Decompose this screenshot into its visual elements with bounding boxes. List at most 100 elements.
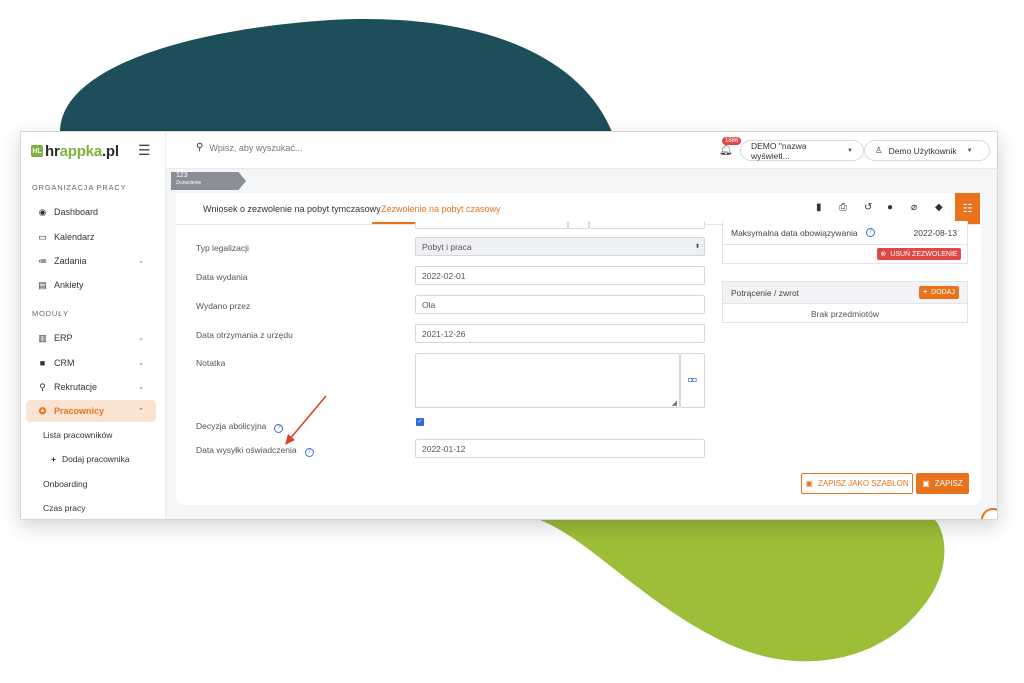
chevron-down-icon: ⌄ <box>138 384 144 391</box>
field-partial-right <box>589 221 705 229</box>
sidebar-subitem-employee-list[interactable]: Lista pracowników <box>43 430 112 440</box>
sidebar-item-tasks[interactable]: ≔ Zadania ⌄ <box>26 250 156 272</box>
notification-badge: 1886 <box>722 137 742 145</box>
history-icon[interactable]: ↺ <box>864 202 872 213</box>
note-format-button[interactable]: ◘◘ <box>680 353 705 408</box>
deductions-panel: Potrącenie / zwrot + DODAJ Brak przedmiot… <box>722 281 968 323</box>
building-icon: ▥ <box>38 332 47 343</box>
sidebar-item-label: CRM <box>54 358 75 368</box>
sidebar-item-label: Ankiety <box>54 280 84 290</box>
breadcrumb[interactable]: 123 Zezwolenie <box>171 172 246 190</box>
sidebar-item-label: Zadania <box>54 256 87 266</box>
tag-icon[interactable]: ◆ <box>935 202 943 213</box>
document-icon[interactable]: ▮ <box>816 202 822 213</box>
hamburger-menu-icon[interactable]: ☰ <box>138 142 151 159</box>
statement-send-date-input[interactable]: 2022-01-12 <box>415 439 705 458</box>
sidebar-subitem-add-employee[interactable]: + Dodaj pracownika <box>51 454 130 464</box>
sidebar-item-crm[interactable]: ■ CRM ⌄ <box>26 352 156 374</box>
help-icon[interactable]: ? <box>304 448 314 457</box>
label-note: Notatka <box>196 358 226 368</box>
checklist-icon[interactable]: ☷ <box>955 193 980 224</box>
search-icon: ⚲ <box>39 381 46 392</box>
resize-handle-icon[interactable]: ◢ <box>672 399 677 407</box>
sidebar-item-label: Rekrutacje <box>54 382 98 392</box>
validity-panel: Maksymalna data obowiązywania ? 2022-08-… <box>722 221 968 264</box>
max-validity-row: Maksymalna data obowiązywania ? 2022-08-… <box>723 221 967 245</box>
users-icon: ✪ <box>38 405 47 416</box>
survey-icon: ▤ <box>38 279 47 290</box>
sidebar-item-employees[interactable]: ✪ Pracownicy ⌃ <box>26 400 156 422</box>
save-as-template-button[interactable]: ▣ ZAPISZ JAKO SZABLON <box>801 473 913 494</box>
chevron-down-icon: ▼ <box>847 147 853 154</box>
user-icon: ♙ <box>875 145 883 155</box>
received-date-input[interactable]: 2021-12-26 <box>415 324 705 343</box>
field-partial-left <box>415 221 568 229</box>
sidebar-item-recruitment[interactable]: ⚲ Rekrutacje ⌄ <box>26 376 156 398</box>
search-bar: ⚲ <box>196 142 410 153</box>
logo-mark: HL <box>31 145 43 157</box>
company-selector[interactable]: DEMO "nazwa wyświetl... ▼ <box>740 140 864 161</box>
help-icon[interactable]: ? <box>274 424 284 433</box>
palette-icon: ◉ <box>38 206 47 217</box>
logo-text: hrappka.pl <box>45 142 119 160</box>
permit-form-card: Typ legalizacji Pobyt i praca ⬍ Data wyd… <box>176 221 981 505</box>
field-partial-mid <box>568 221 589 229</box>
print-icon[interactable]: ⎙ <box>839 202 847 213</box>
section-title-modules: MODUŁY <box>32 309 69 318</box>
note-textarea[interactable]: ◢ <box>415 353 680 408</box>
stage: HL hrappka.pl ☰ ORGANIZACJA PRACY ◉ Dash… <box>0 0 1024 683</box>
deductions-empty-text: Brak przedmiotów <box>810 308 880 319</box>
chevron-down-icon: ⌄ <box>138 360 144 367</box>
briefcase-icon: ■ <box>39 358 46 368</box>
sidebar-item-label: Pracownicy <box>54 406 105 416</box>
floppy-icon: ▣ <box>922 479 930 488</box>
help-icon[interactable]: ? <box>865 228 875 237</box>
sidebar-subitem-onboarding[interactable]: Onboarding <box>43 479 87 489</box>
label-legalization-type: Typ legalizacji <box>196 243 249 253</box>
sidebar: HL hrappka.pl ☰ ORGANIZACJA PRACY ◉ Dash… <box>21 132 166 519</box>
select-arrows-icon: ⬍ <box>694 244 700 250</box>
issued-by-input[interactable]: Ola <box>415 295 705 314</box>
app-window: HL hrappka.pl ☰ ORGANIZACJA PRACY ◉ Dash… <box>20 131 998 520</box>
sidebar-subitem-work-time[interactable]: Czas pracy <box>43 503 86 513</box>
chevron-down-icon: ⌄ <box>138 335 144 342</box>
section-title-organization: ORGANIZACJA PRACY <box>32 183 127 192</box>
tab-temporary-residence-permit[interactable]: Zezwolenie na pobyt czasowy <box>381 204 501 214</box>
abolition-decision-checkbox[interactable]: ✓ <box>416 418 424 426</box>
label-issue-date: Data wydania <box>196 272 248 282</box>
plus-icon: + <box>923 289 928 296</box>
search-input[interactable] <box>209 142 410 153</box>
sidebar-item-label: Dashboard <box>54 207 99 217</box>
chevron-down-icon: ▼ <box>966 147 973 154</box>
calendar-icon: ▭ <box>38 231 47 242</box>
save-button[interactable]: ▣ ZAPISZ <box>916 473 969 494</box>
topbar: ⚲ 🔔︎ 1886 DEMO "nazwa wyświetl... ▼ ♙ De… <box>166 132 997 169</box>
label-statement-send-date: Data wysyłki oświadczenia? <box>196 445 314 457</box>
sidebar-item-surveys[interactable]: ▤ Ankiety <box>26 274 156 296</box>
add-deduction-button[interactable]: + DODAJ <box>919 286 959 299</box>
plus-icon: + <box>51 454 56 464</box>
chat-widget-button[interactable] <box>981 508 997 519</box>
user-menu[interactable]: ♙ Demo Użytkownik ▼ <box>864 140 990 161</box>
sidebar-item-label: Kalendarz <box>54 232 95 242</box>
attachment-icon[interactable]: ⌀ <box>911 202 917 213</box>
logo[interactable]: HL hrappka.pl <box>31 141 119 161</box>
legalization-type-select[interactable]: Pobyt i praca ⬍ <box>415 237 705 256</box>
sidebar-item-label: ERP <box>54 333 73 343</box>
issue-date-input[interactable]: 2022-02-01 <box>415 266 705 285</box>
format-icon: ◘◘ <box>688 377 697 384</box>
search-icon: ⚲ <box>196 142 204 153</box>
delete-permit-button[interactable]: ⊗ USUŃ ZEZWOLENIE <box>877 248 961 260</box>
comments-icon[interactable]: ● <box>887 202 893 213</box>
tab-temporary-residence-application[interactable]: Wniosek o zezwolenie na pobyt tymczasowy <box>203 204 381 214</box>
max-validity-value: 2022-08-13 <box>913 227 957 238</box>
label-received-date: Data otrzymania z urzędu <box>196 330 293 340</box>
list-icon: ≔ <box>38 255 47 266</box>
sidebar-item-dashboard[interactable]: ◉ Dashboard <box>26 201 156 223</box>
chevron-down-icon: ⌄ <box>138 258 144 265</box>
sidebar-item-calendar[interactable]: ▭ Kalendarz <box>26 226 156 248</box>
label-abolition-decision: Decyzja abolicyjna? <box>196 421 284 433</box>
close-circle-icon: ⊗ <box>880 251 887 258</box>
sidebar-item-erp[interactable]: ▥ ERP ⌄ <box>26 327 156 349</box>
chevron-up-icon: ⌃ <box>138 408 144 415</box>
